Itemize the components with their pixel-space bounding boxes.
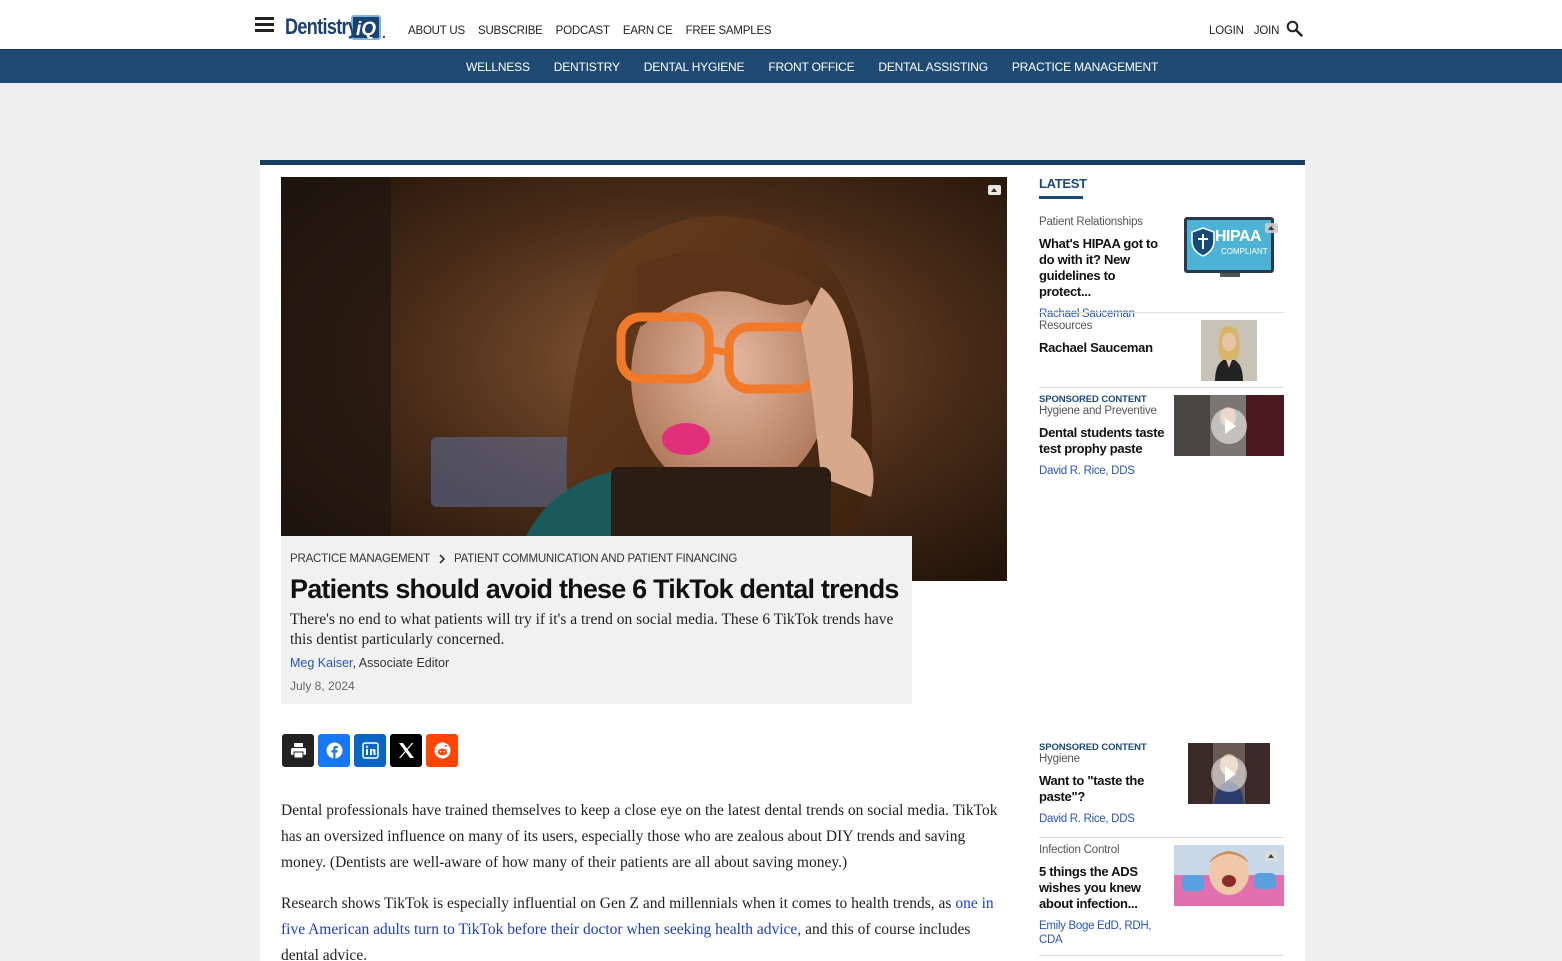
chevron-right-icon xyxy=(439,554,446,564)
nav-free-samples[interactable]: FREE SAMPLES xyxy=(686,25,772,37)
article-title-link[interactable]: Dental students taste test prophy paste xyxy=(1039,425,1169,457)
top-nav: ABOUT US SUBSCRIBE PODCAST EARN CE FREE … xyxy=(408,25,772,37)
breadcrumb-practice-management[interactable]: PRACTICE MANAGEMENT xyxy=(290,553,430,565)
latest-heading: LATEST xyxy=(1039,176,1087,191)
linkedin-icon xyxy=(361,742,379,759)
author-photo-thumbnail[interactable] xyxy=(1201,320,1257,381)
print-icon xyxy=(290,743,306,759)
nav-about-us[interactable]: ABOUT US xyxy=(408,25,465,37)
reddit-share-button[interactable] xyxy=(426,734,458,767)
facebook-icon xyxy=(326,742,342,759)
article-title-link[interactable]: Want to "taste the paste"? xyxy=(1039,773,1169,805)
video-thumbnail[interactable] xyxy=(1174,395,1284,456)
join-link[interactable]: JOIN xyxy=(1254,25,1280,37)
monitor-screen: HIPAA COMPLIANT xyxy=(1184,217,1274,273)
divider xyxy=(1039,837,1284,838)
login-link[interactable]: LOGIN xyxy=(1209,25,1244,37)
article-paragraph: Dental professionals have trained themse… xyxy=(281,802,998,871)
nav-subscribe[interactable]: SUBSCRIBE xyxy=(478,25,543,37)
divider xyxy=(1039,387,1284,388)
category-front-office[interactable]: FRONT OFFICE xyxy=(768,60,854,74)
article-header: PRACTICE MANAGEMENT PATIENT COMMUNICATIO… xyxy=(281,536,912,704)
latest-underline xyxy=(1039,196,1083,199)
top-header: Dentistry iQ . ABOUT US SUBSCRIBE PODCAS… xyxy=(0,0,1562,49)
category-nav: WELLNESS DENTISTRY DENTAL HYGIENE FRONT … xyxy=(466,60,1158,74)
category-dental-hygiene[interactable]: DENTAL HYGIENE xyxy=(644,60,745,74)
breadcrumb-patient-communication[interactable]: PATIENT COMMUNICATION AND PATIENT FINANC… xyxy=(454,553,737,565)
article-author[interactable]: David R. Rice, DDS xyxy=(1039,464,1159,478)
video-thumbnail[interactable] xyxy=(1188,743,1270,804)
thumb-compliant-text: COMPLIANT xyxy=(1221,247,1268,256)
category-bar: WELLNESS DENTISTRY DENTAL HYGIENE FRONT … xyxy=(0,49,1562,83)
site-logo[interactable]: Dentistry iQ . xyxy=(285,10,386,40)
divider xyxy=(1039,312,1284,313)
hipaa-thumbnail[interactable]: HIPAA COMPLIANT xyxy=(1182,215,1278,278)
menu-icon[interactable] xyxy=(255,17,274,32)
publish-date: July 8, 2024 xyxy=(290,679,355,693)
category-dentistry[interactable]: DENTISTRY xyxy=(554,60,620,74)
account-links: LOGIN JOIN xyxy=(1209,25,1279,37)
facebook-share-button[interactable] xyxy=(318,734,350,767)
play-icon[interactable] xyxy=(1211,407,1247,444)
portrait-image xyxy=(1201,320,1257,381)
play-icon[interactable] xyxy=(1211,755,1247,792)
category-practice-management[interactable]: PRACTICE MANAGEMENT xyxy=(1012,60,1158,74)
logo-dot: . xyxy=(382,25,386,41)
image-gallery-icon xyxy=(1265,223,1278,233)
x-share-button[interactable] xyxy=(390,734,422,767)
breadcrumb: PRACTICE MANAGEMENT PATIENT COMMUNICATIO… xyxy=(290,553,737,565)
child-patient-thumbnail[interactable] xyxy=(1174,845,1284,906)
author-link[interactable]: Meg Kaiser xyxy=(290,656,353,670)
nav-earn-ce[interactable]: EARN CE xyxy=(623,25,673,37)
thumb-hipaa-text: HIPAA xyxy=(1215,228,1262,245)
image-gallery-icon[interactable] xyxy=(988,185,1001,195)
share-bar xyxy=(282,734,458,767)
paragraph-text: Research shows TikTok is especially infl… xyxy=(281,895,956,912)
article-paragraph: Research shows TikTok is especially infl… xyxy=(281,891,1006,961)
x-icon xyxy=(398,743,414,758)
shield-icon xyxy=(1191,227,1215,257)
article-dek: There's no end to what patients will try… xyxy=(290,611,894,648)
reddit-icon xyxy=(434,742,450,759)
article-author[interactable]: David R. Rice, DDS xyxy=(1039,812,1159,826)
search-icon[interactable] xyxy=(1286,20,1303,37)
article-title-link[interactable]: What's HIPAA got to do with it? New guid… xyxy=(1039,236,1169,300)
article-title-link[interactable]: 5 things the ADS wishes you knew about i… xyxy=(1039,864,1169,912)
article-body: Dental professionals have trained themse… xyxy=(281,798,1006,961)
article-author[interactable]: Emily Boge EdD, RDH, CDA xyxy=(1039,919,1159,947)
article-title-link[interactable]: Rachael Sauceman xyxy=(1039,340,1169,356)
hero-image xyxy=(281,177,1007,581)
linkedin-share-button[interactable] xyxy=(354,734,386,767)
article-title: Patients should avoid these 6 TikTok den… xyxy=(290,574,899,604)
category-dental-assisting[interactable]: DENTAL ASSISTING xyxy=(878,60,988,74)
monitor-stand xyxy=(1220,273,1240,277)
author-role: , Associate Editor xyxy=(352,656,450,670)
byline: Meg Kaiser, Associate Editor xyxy=(290,656,449,670)
logo-wordmark: Dentistry xyxy=(285,14,358,39)
category-wellness[interactable]: WELLNESS xyxy=(466,60,530,74)
divider xyxy=(1039,955,1284,956)
article-author[interactable]: Rachael Sauceman xyxy=(1039,307,1159,321)
print-button[interactable] xyxy=(282,734,314,767)
nav-podcast[interactable]: PODCAST xyxy=(556,25,610,37)
image-gallery-icon xyxy=(1265,851,1278,861)
